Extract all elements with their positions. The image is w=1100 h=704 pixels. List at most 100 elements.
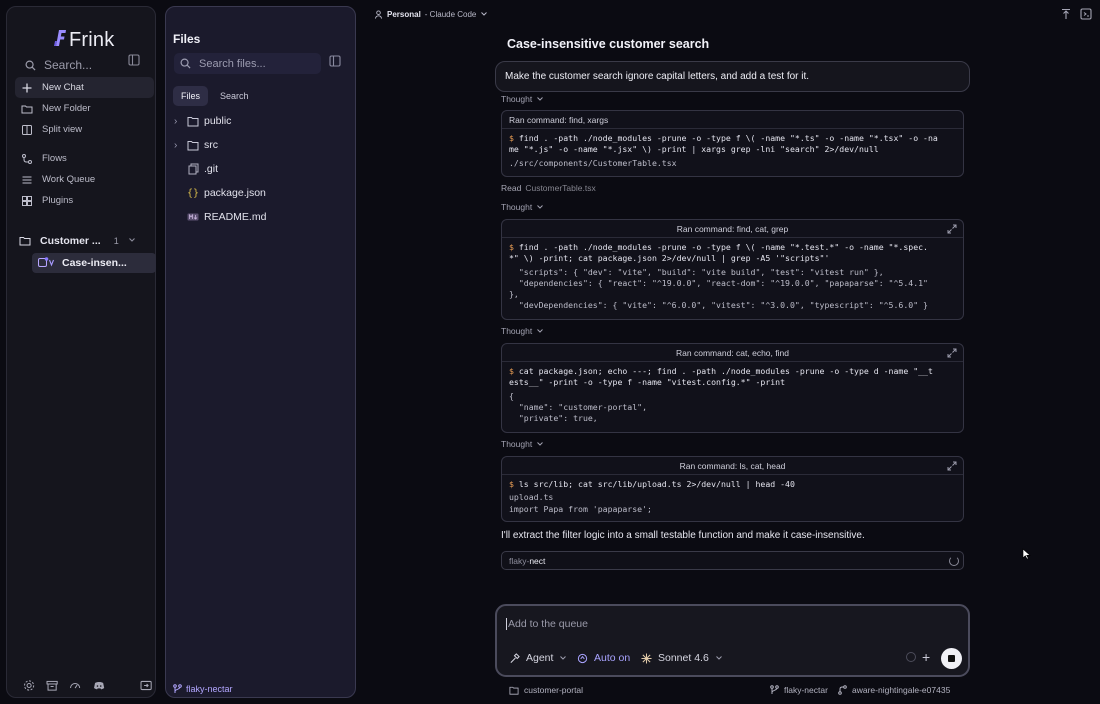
flows-label: Flows xyxy=(42,153,67,164)
agent-mode-label: Agent xyxy=(526,652,554,664)
chat-item-title: Case-insen... xyxy=(62,257,127,269)
plus-icon xyxy=(22,83,32,92)
footer-branch[interactable]: flaky-nectar xyxy=(770,684,828,696)
command-block[interactable]: Ran command: find, cat, grep $ find . -p… xyxy=(501,219,964,320)
command-block[interactable]: Ran command: ls, cat, head $ ls src/lib;… xyxy=(501,456,964,522)
new-chat-button[interactable]: New Chat xyxy=(15,77,154,98)
plugins-button[interactable]: Plugins xyxy=(15,190,154,211)
pending-text-dim: flaky- xyxy=(509,555,530,566)
archive-icon[interactable] xyxy=(46,679,58,692)
sparkle-icon xyxy=(641,652,652,664)
flows-button[interactable]: Flows xyxy=(15,148,154,169)
folder-switch-icon[interactable] xyxy=(140,679,152,692)
command-block[interactable]: Ran command: cat, echo, find $ cat packa… xyxy=(501,343,964,433)
chevron-down-icon xyxy=(537,205,544,209)
search-icon xyxy=(25,60,36,71)
plugins-icon xyxy=(22,195,32,206)
chevron-down-icon[interactable] xyxy=(128,235,136,247)
pending-block: flaky-nect xyxy=(501,551,964,570)
settings-icon[interactable] xyxy=(23,679,35,692)
split-view-button[interactable]: Split view xyxy=(15,119,154,140)
sidebar-search[interactable]: Search... xyxy=(19,52,131,78)
agent-name: - Claude Code xyxy=(424,9,477,19)
tree-item-src[interactable]: › src xyxy=(174,135,218,155)
thought-label: Thought xyxy=(501,439,533,449)
footer-worktree-name: aware-nightingale-e07435 xyxy=(852,685,951,695)
flows-icon xyxy=(22,153,32,164)
model-selector[interactable]: Sonnet 4.6 xyxy=(641,650,723,666)
command-line: $ find . -path ./node_modules -prune -o … xyxy=(502,129,963,156)
loading-spinner-icon xyxy=(949,556,959,566)
split-view-icon xyxy=(22,124,32,135)
read-file-name: CustomerTable.tsx xyxy=(525,183,596,193)
work-queue-button[interactable]: Work Queue xyxy=(15,169,154,190)
chevron-down-icon xyxy=(481,12,488,16)
panel-right-icon[interactable] xyxy=(1080,8,1092,20)
tree-item-git[interactable]: .git xyxy=(174,159,218,179)
footer-folder[interactable]: customer-portal xyxy=(509,684,583,696)
thought-toggle[interactable]: Thought xyxy=(501,438,544,450)
frink-logo-icon xyxy=(53,27,67,53)
chat-item-case-insensitive[interactable]: Case-insen... xyxy=(32,253,156,273)
command-header: Ran command: find, xargs xyxy=(502,111,963,129)
chat-title: Case-insensitive customer search xyxy=(507,37,710,51)
agent-mode-selector[interactable]: Agent xyxy=(509,650,567,666)
files-tabs: Files Search xyxy=(173,86,257,106)
chevron-down-icon xyxy=(715,656,722,660)
user-message: Make the customer search ignore capital … xyxy=(495,61,970,92)
files-title: Files xyxy=(173,32,201,46)
split-view-label: Split view xyxy=(42,124,83,135)
tab-search[interactable]: Search xyxy=(212,86,257,106)
thought-label: Thought xyxy=(501,94,533,104)
command-text: find . -path ./node_modules -prune -o -t… xyxy=(509,242,928,264)
tree-item-public[interactable]: › public xyxy=(174,111,231,131)
stop-button[interactable] xyxy=(941,648,962,669)
queue-input[interactable]: Add to the queue xyxy=(506,618,588,630)
workspace-selector[interactable]: Personal - Claude Code xyxy=(374,8,488,20)
search-icon xyxy=(180,58,191,69)
expand-icon[interactable] xyxy=(947,224,957,234)
pin-icon[interactable] xyxy=(1060,8,1072,20)
command-block[interactable]: Ran command: find, xargs $ find . -path … xyxy=(501,110,964,177)
auto-mode-toggle[interactable]: Auto on xyxy=(577,650,630,666)
tree-item-label: package.json xyxy=(204,187,266,199)
read-file-line[interactable]: Read CustomerTable.tsx xyxy=(501,183,596,193)
tree-item-package-json[interactable]: {} package.json xyxy=(174,183,266,203)
new-folder-button[interactable]: New Folder xyxy=(15,98,154,119)
expand-icon[interactable] xyxy=(947,461,957,471)
file-search-input[interactable]: Search files... xyxy=(174,53,321,74)
folder-icon xyxy=(19,237,31,246)
add-attachment-button[interactable]: + xyxy=(922,650,934,664)
tab-files[interactable]: Files xyxy=(173,86,209,106)
project-customer[interactable]: Customer ... 1 xyxy=(19,231,157,251)
chevron-down-icon xyxy=(537,329,544,333)
thought-toggle[interactable]: Thought xyxy=(501,93,544,105)
thought-toggle[interactable]: Thought xyxy=(501,325,544,337)
sidebar: Frink Search... New Chat New Folder Spli… xyxy=(6,6,156,698)
workspace-name: Personal xyxy=(387,9,421,19)
sidebar-toggle-icon[interactable] xyxy=(128,54,146,72)
markdown-file-icon xyxy=(186,210,200,224)
gauge-icon[interactable] xyxy=(69,679,81,692)
assistant-message: I'll extract the filter logic into a sma… xyxy=(501,530,865,541)
chevron-down-icon xyxy=(537,97,544,101)
tree-item-label: public xyxy=(204,115,232,127)
panel-toggle-icon[interactable] xyxy=(329,55,345,71)
branch-indicator[interactable]: flaky-nectar xyxy=(173,684,233,694)
json-file-icon: {} xyxy=(186,187,200,199)
tree-item-readme[interactable]: README.md xyxy=(174,207,266,227)
thought-toggle[interactable]: Thought xyxy=(501,201,544,213)
sidebar-bottom-bar xyxy=(15,677,155,693)
thought-label: Thought xyxy=(501,326,533,336)
hammer-icon xyxy=(510,652,520,663)
discord-icon[interactable] xyxy=(93,679,105,692)
chat-status-icon xyxy=(38,257,55,267)
expand-icon[interactable] xyxy=(947,348,957,358)
prompt-symbol: $ xyxy=(509,242,519,252)
prompt-symbol: $ xyxy=(509,133,519,143)
footer-worktree[interactable]: aware-nightingale-e07435 xyxy=(838,684,950,696)
thought-label: Thought xyxy=(501,202,533,212)
list-icon xyxy=(22,176,32,183)
auto-icon xyxy=(577,653,588,663)
auto-mode-label: Auto on xyxy=(594,652,631,664)
